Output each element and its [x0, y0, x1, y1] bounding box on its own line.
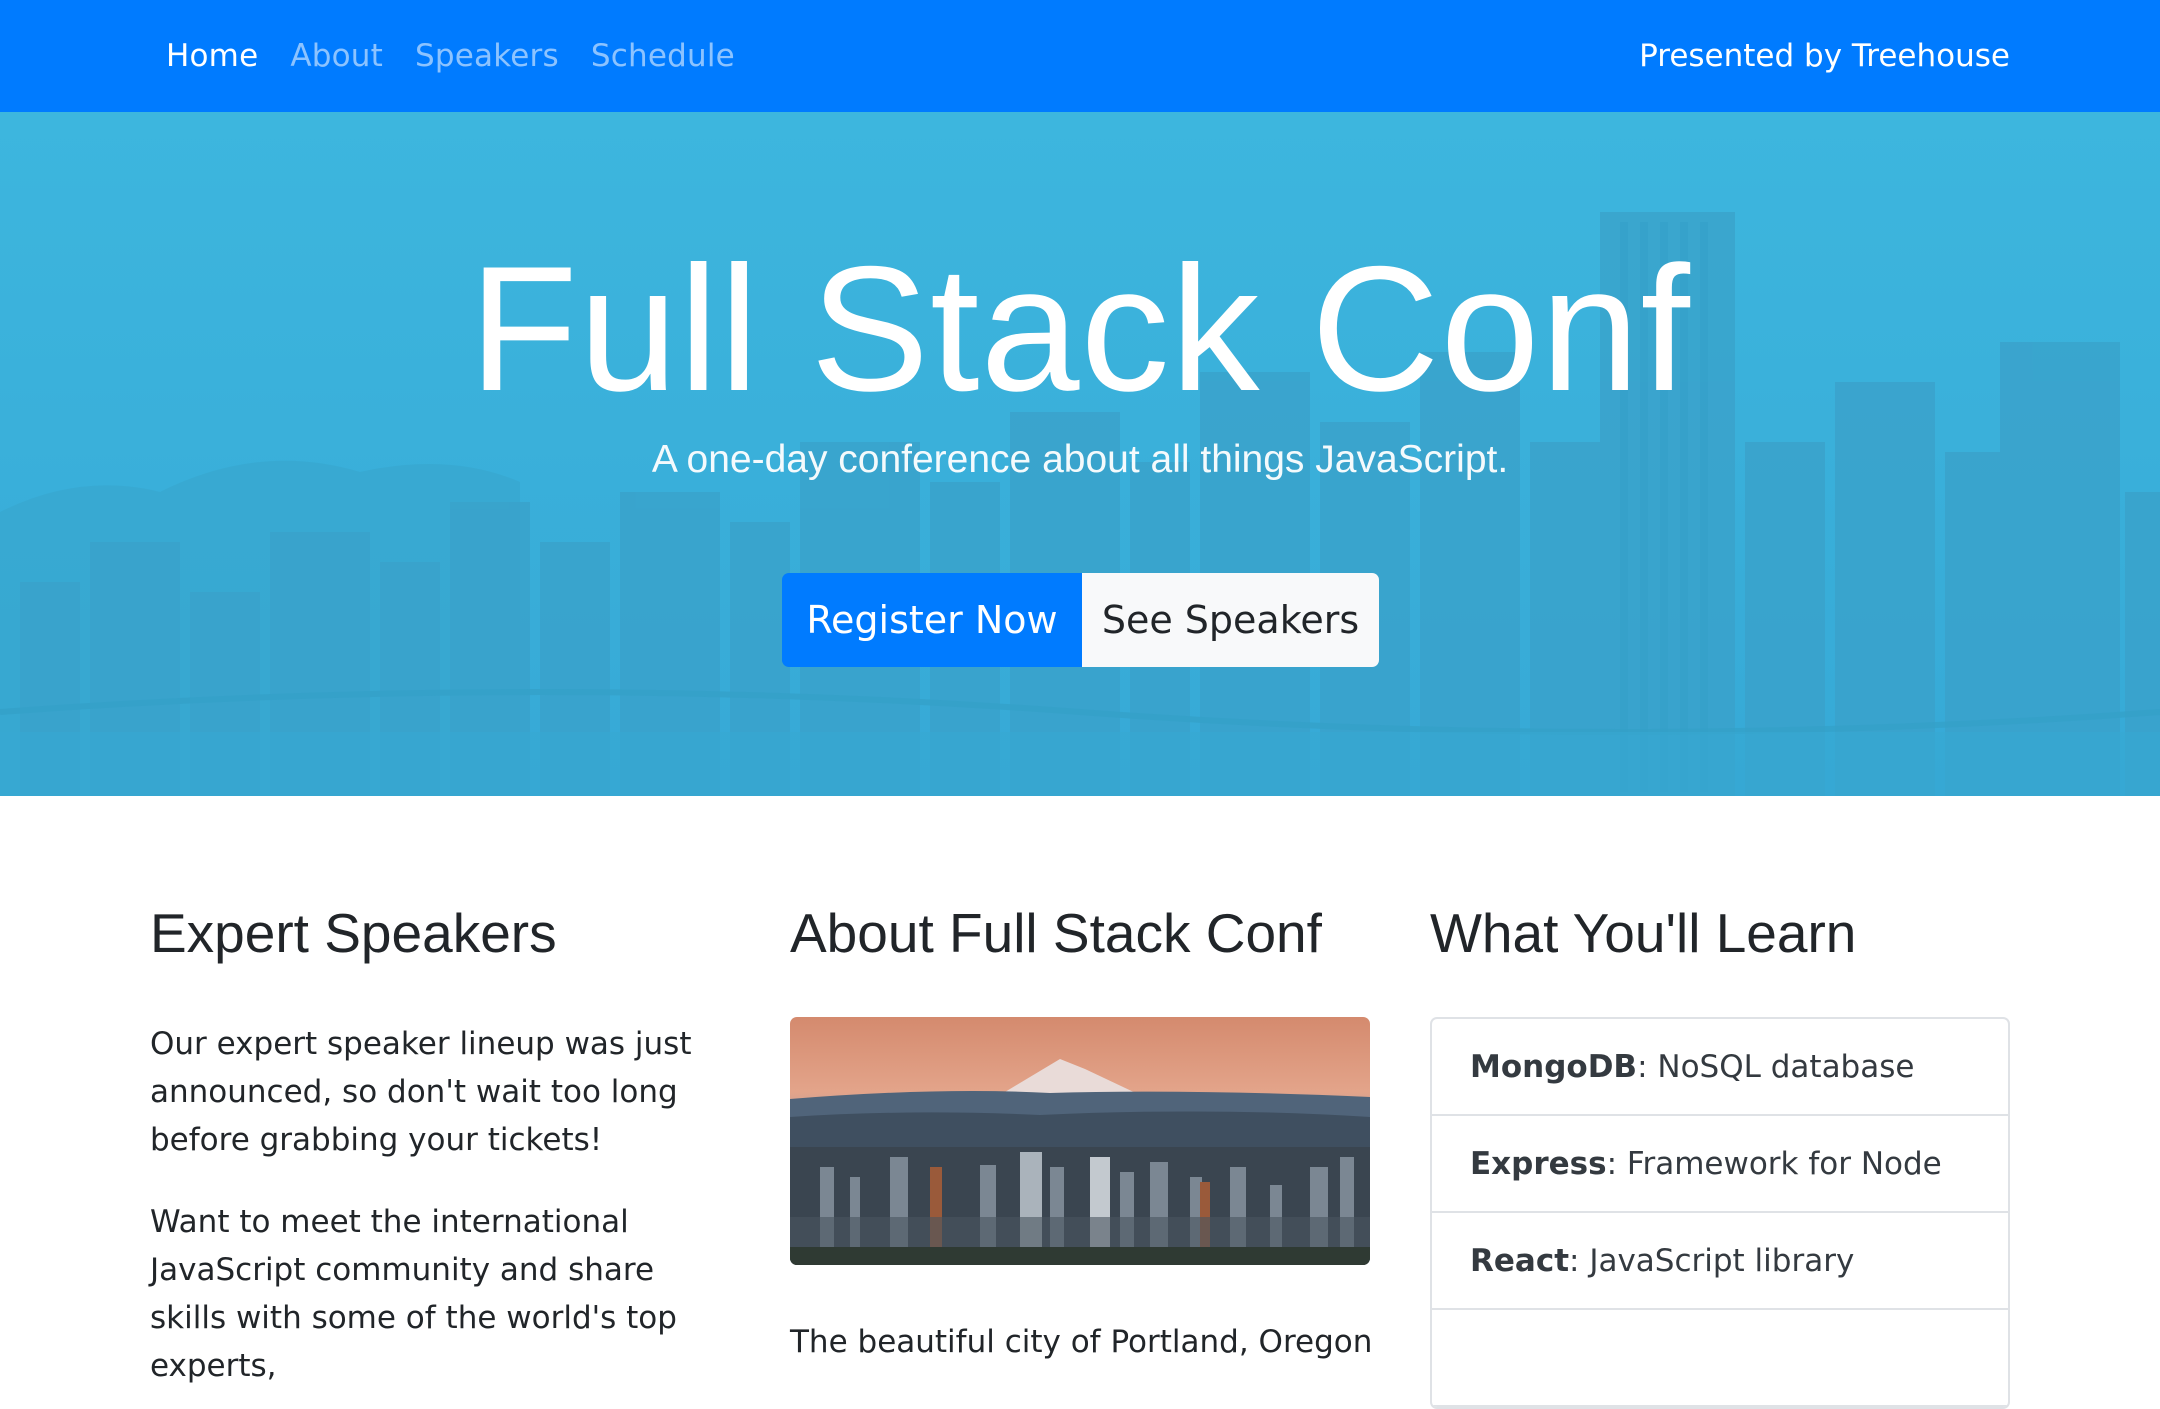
speakers-paragraph-1: Our expert speaker lineup was just annou…: [150, 1026, 692, 1158]
see-speakers-button[interactable]: See Speakers: [1082, 573, 1379, 667]
presented-by-text: Presented by Treehouse: [1639, 38, 2010, 74]
top-navbar: Home About Speakers Schedule Presented b…: [0, 0, 2160, 112]
what-youll-learn-section: What You'll Learn MongoDB : NoSQL databa…: [1430, 900, 2010, 1409]
portland-city-image: [790, 1017, 1370, 1265]
nav-home-link[interactable]: Home: [166, 38, 258, 74]
nav-links: Home About Speakers Schedule: [166, 0, 767, 112]
list-item-desc: : JavaScript library: [1569, 1242, 1855, 1279]
list-item-desc: : NoSQL database: [1637, 1048, 1915, 1085]
list-item: Express : Framework for Node: [1432, 1116, 2008, 1213]
about-heading: About Full Stack Conf: [790, 902, 1322, 964]
learn-list: MongoDB : NoSQL database Express : Frame…: [1430, 1017, 2010, 1409]
list-item-term: Express: [1470, 1145, 1607, 1182]
expert-speakers-section: Expert Speakers Our expert speaker lineu…: [150, 900, 710, 1384]
hero-subtitle: A one-day conference about all things Ja…: [651, 438, 1509, 481]
hero-title: Full Stack Conf: [469, 229, 1691, 428]
nav-schedule-link[interactable]: Schedule: [591, 38, 735, 74]
expert-speakers-heading: Expert Speakers: [150, 902, 557, 964]
nav-about-link[interactable]: About: [290, 38, 383, 74]
hero-button-group: Register Now See Speakers: [782, 573, 1379, 667]
about-paragraph: The beautiful city of Portland, Oregon: [790, 1324, 1373, 1360]
hero-banner: Full Stack Conf A one-day conference abo…: [0, 112, 2160, 796]
nav-speakers-link[interactable]: Speakers: [415, 38, 559, 74]
learn-heading: What You'll Learn: [1430, 902, 1857, 964]
list-item: MongoDB : NoSQL database: [1432, 1019, 2008, 1116]
list-item: React : JavaScript library: [1432, 1213, 2008, 1310]
register-now-button[interactable]: Register Now: [782, 573, 1082, 667]
list-item-partial: [1432, 1310, 2008, 1407]
list-item-term: MongoDB: [1470, 1048, 1638, 1085]
list-item-desc: : Framework for Node: [1606, 1145, 1942, 1182]
speakers-paragraph-2: Want to meet the international JavaScrip…: [150, 1204, 677, 1384]
list-item-term: React: [1470, 1242, 1570, 1279]
about-section: About Full Stack Conf The beautiful city…: [790, 900, 1372, 1360]
